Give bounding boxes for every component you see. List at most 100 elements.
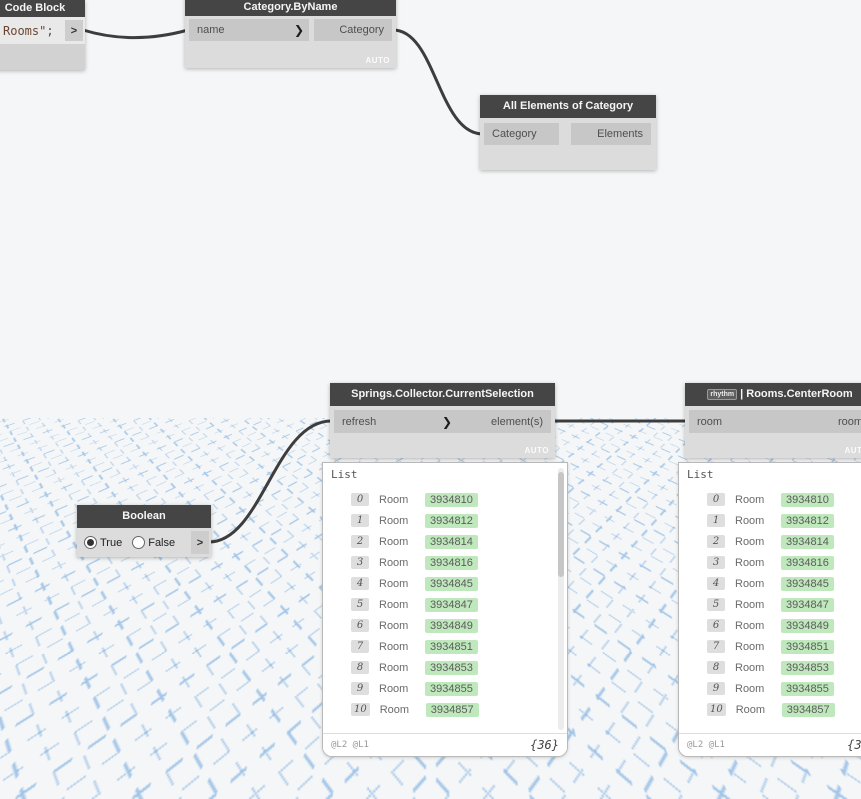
row-type: Room	[735, 514, 765, 527]
row-index: 2	[351, 535, 369, 548]
list-item: 6 Room 3934849	[323, 615, 567, 636]
output-port-label: Elements	[597, 128, 643, 140]
row-type: Room	[735, 619, 765, 632]
node-header[interactable]: Springs.Collector.CurrentSelection	[330, 383, 555, 406]
node-springs-collector-currentselection[interactable]: Springs.Collector.CurrentSelection refre…	[330, 383, 555, 458]
row-element-id: 3934851	[781, 639, 834, 654]
row-type: Room	[735, 598, 765, 611]
row-type: Room	[379, 598, 409, 611]
output-port-elements[interactable]: Elements	[571, 123, 651, 145]
node-code-block[interactable]: Code Block Rooms"; >	[0, 0, 85, 70]
row-element-id: 3934816	[425, 555, 478, 570]
lacing-indicator: AUTO	[365, 56, 390, 65]
list-item: 4 Room 3934845	[323, 573, 567, 594]
list-item: 8 Room 3934853	[323, 657, 567, 678]
input-port-label: room	[697, 415, 723, 428]
row-index: 3	[351, 556, 369, 569]
lacing-indicator: AUTO	[844, 446, 861, 455]
wire-codeblock-to-categorybyname[interactable]	[81, 28, 190, 39]
list-item: 2 Room 3934814	[679, 531, 861, 552]
row-type: Room	[379, 682, 409, 695]
row-index: 10	[351, 703, 370, 716]
default-value-chevron-icon[interactable]: ❯	[442, 416, 452, 428]
row-type: Room	[735, 577, 765, 590]
radio-true[interactable]	[84, 536, 97, 549]
node-boolean[interactable]: Boolean True False >	[77, 505, 211, 557]
row-index: 0	[707, 493, 725, 506]
row-element-id: 3934855	[781, 681, 834, 696]
row-element-id: 3934855	[425, 681, 478, 696]
row-index: 4	[707, 577, 725, 590]
node-header[interactable]: rhythm | Rooms.CenterRoom	[685, 383, 861, 406]
list-header: List	[687, 468, 714, 481]
node-all-elements-of-category[interactable]: All Elements of Category Category Elemen…	[480, 95, 656, 170]
output-port-label: element(s)	[491, 415, 543, 428]
node-category-byname[interactable]: Category.ByName name ❯ Category AUTO	[185, 0, 396, 68]
node-rooms-centerroom[interactable]: rhythm| Rooms.CenterRoom room ❯ room AUT…	[685, 383, 861, 458]
node-header[interactable]: Boolean	[77, 505, 211, 528]
list-item: 3 Room 3934816	[323, 552, 567, 573]
radio-true-label[interactable]: True	[100, 537, 122, 549]
preview-bubble-springs[interactable]: List 0 Room 3934810 1 Room 3934812 2 Roo…	[322, 462, 568, 757]
preview-bubble-centerroom[interactable]: List 0 Room 3934810 1 Room 3934812 2 Roo…	[678, 462, 861, 757]
list-item: 0 Room 3934810	[323, 489, 567, 510]
row-element-id: 3934816	[781, 555, 834, 570]
list-item: 1 Room 3934812	[679, 510, 861, 531]
list-count: {36}	[847, 738, 861, 752]
output-port[interactable]: >	[65, 20, 83, 41]
row-element-id: 3934812	[425, 513, 478, 528]
output-port-room[interactable]: room	[785, 410, 861, 433]
list-item: 8 Room 3934853	[679, 657, 861, 678]
node-title: | Rooms.CenterRoom	[740, 388, 853, 400]
list-item: 6 Room 3934849	[679, 615, 861, 636]
list-item: 7 Room 3934851	[679, 636, 861, 657]
input-port-refresh[interactable]: refresh ❯	[334, 410, 457, 433]
input-port-category[interactable]: Category	[484, 123, 559, 145]
code-block-code[interactable]: Rooms";	[0, 24, 54, 38]
row-type: Room	[735, 556, 765, 569]
wire-categorybyname-to-allelements[interactable]	[391, 28, 485, 136]
row-element-id: 3934857	[781, 702, 835, 717]
row-index: 4	[351, 577, 369, 590]
row-type: Room	[735, 493, 765, 506]
list-item: 7 Room 3934851	[323, 636, 567, 657]
preview-scrollbar[interactable]	[558, 468, 564, 730]
radio-false-label[interactable]: False	[148, 537, 175, 549]
list-item: 2 Room 3934814	[323, 531, 567, 552]
list-header: List	[331, 468, 358, 481]
output-port-label: room	[837, 415, 861, 428]
node-header[interactable]: All Elements of Category	[480, 95, 656, 118]
radio-false[interactable]	[132, 536, 146, 549]
row-element-id: 3934853	[781, 660, 834, 675]
row-type: Room	[379, 619, 409, 632]
list-item: 1 Room 3934812	[323, 510, 567, 531]
dynamo-canvas[interactable]: { "canvas": {"background_color": "#f5f6f…	[0, 0, 861, 799]
row-element-id: 3934814	[425, 534, 478, 549]
row-element-id: 3934845	[425, 576, 478, 591]
default-value-chevron-icon[interactable]: ❯	[294, 24, 304, 36]
output-port[interactable]: >	[191, 531, 209, 554]
preview-scrollbar-thumb[interactable]	[558, 472, 564, 577]
output-port-elements[interactable]: element(s)	[453, 410, 551, 433]
list-item: 5 Room 3934847	[679, 594, 861, 615]
row-element-id: 3934849	[425, 618, 478, 633]
row-element-id: 3934851	[425, 639, 478, 654]
list-item: 9 Room 3934855	[323, 678, 567, 699]
row-type: Room	[735, 703, 766, 716]
row-type: Room	[379, 535, 409, 548]
preview-rows: 0 Room 3934810 1 Room 3934812 2 Room 393…	[323, 489, 567, 720]
list-item: 9 Room 3934855	[679, 678, 861, 699]
row-element-id: 3934847	[425, 597, 478, 612]
input-port-label: Category	[492, 128, 537, 140]
code-block-line[interactable]: Rooms"; >	[0, 17, 85, 44]
list-item: 10 Room 3934857	[323, 699, 567, 720]
row-type: Room	[735, 661, 765, 674]
row-type: Room	[379, 577, 409, 590]
input-port-label: name	[197, 24, 225, 36]
input-port-name[interactable]: name ❯	[189, 19, 309, 41]
node-header[interactable]: Category.ByName	[185, 0, 396, 16]
output-port-category[interactable]: Category	[314, 19, 392, 41]
row-type: Room	[735, 682, 765, 695]
row-index: 6	[707, 619, 725, 632]
node-header[interactable]: Code Block	[0, 0, 85, 17]
